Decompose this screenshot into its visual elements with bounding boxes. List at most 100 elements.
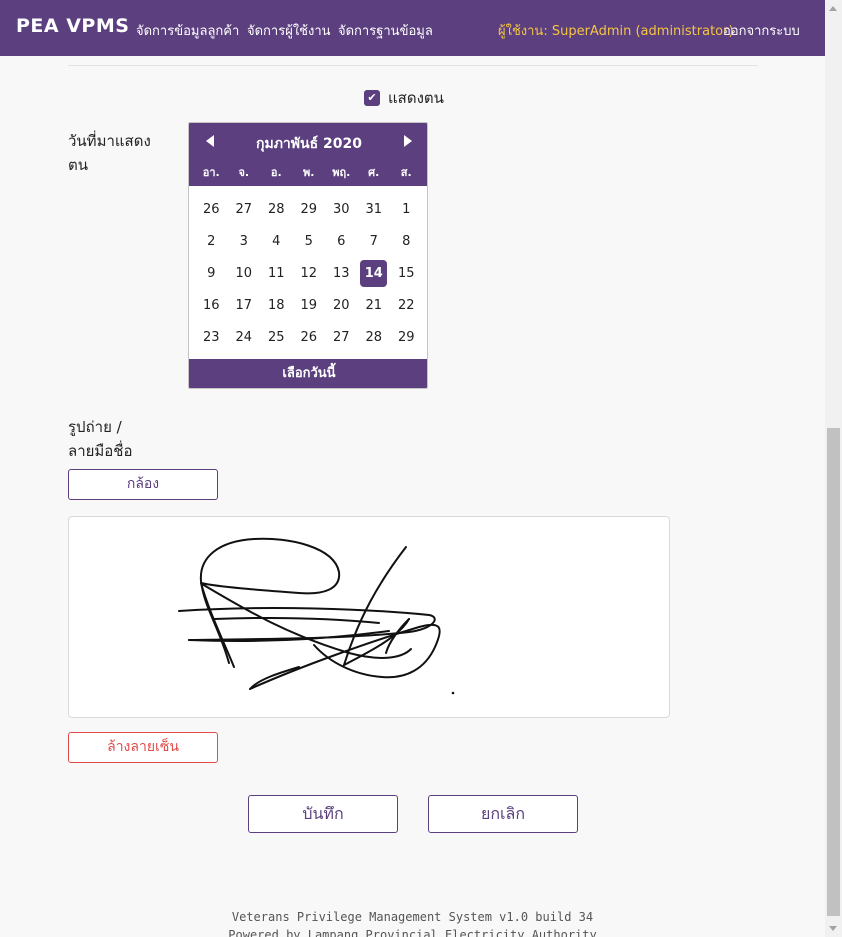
calendar-day[interactable]: 5 [293, 225, 326, 257]
calendar-weekday: ศ. [368, 166, 380, 179]
calendar-day[interactable]: 18 [260, 290, 293, 322]
calendar-weekday: จ. [238, 166, 250, 179]
date-picker: กุมภาพันธ์ 2020 อา. จ. อ. พ. พฤ. ศ. ส. 26 27 28 2… [188, 122, 428, 389]
calendar-day[interactable]: 27 [325, 322, 358, 354]
calendar-day-label: 25 [267, 330, 285, 346]
calendar-day[interactable]: 23 [195, 322, 228, 354]
calendar-day[interactable]: 28 [358, 322, 391, 354]
calendar-day-label: 14 [360, 259, 388, 287]
calendar-day[interactable]: 31 [358, 193, 391, 225]
calendar-day[interactable]: 4 [260, 225, 293, 257]
calendar-day-label: 9 [207, 265, 216, 281]
calendar-day-label: 27 [235, 201, 253, 217]
calendar-day-label: 13 [332, 265, 350, 281]
calendar-day-label: 26 [202, 201, 220, 217]
calendar-day[interactable]: 2 [195, 225, 228, 257]
calendar-day-label: 15 [397, 265, 415, 281]
next-month-icon[interactable] [404, 135, 412, 147]
calendar-day[interactable]: 29 [390, 322, 423, 354]
calendar-day[interactable]: 3 [228, 225, 261, 257]
calendar-days-grid: 26 27 28 29 30 31 1 2 3 4 5 6 7 8 9 10 11 12 13 14 15 16 17 18 1… [195, 193, 423, 354]
calendar-day[interactable]: 17 [228, 290, 261, 322]
calendar-day[interactable]: 13 [325, 257, 358, 289]
cancel-button[interactable]: ยกเลิก [428, 795, 578, 833]
checkmark-icon[interactable]: ✔ [364, 90, 380, 106]
calendar-weekdays: อา. จ. อ. พ. พฤ. ศ. ส. [195, 163, 423, 181]
show-checkbox-label: แสดงตน [388, 89, 444, 107]
save-button[interactable]: บันทึก [248, 795, 398, 833]
nav-users[interactable]: จัดการผู้ใช้งาน [247, 20, 331, 41]
calendar-day[interactable]: 28 [260, 193, 293, 225]
app-viewport: PEA VPMS จัดการข้อมูลลูกค้า จัดการผู้ใช้… [0, 0, 842, 937]
calendar-day-label: 21 [365, 298, 383, 314]
calendar-month-title[interactable]: กุมภาพันธ์ 2020 [229, 133, 389, 155]
calendar-day[interactable]: 30 [325, 193, 358, 225]
date-label: วันที่มาแสดงตน [68, 132, 151, 174]
calendar-day[interactable]: 26 [293, 322, 326, 354]
calendar-day-label: 22 [397, 298, 415, 314]
calendar-day-label: 8 [402, 233, 411, 249]
calendar-day[interactable]: 16 [195, 290, 228, 322]
camera-button[interactable]: กล้อง [68, 469, 218, 500]
scroll-down-arrow-icon[interactable] [829, 926, 837, 931]
show-checkbox[interactable]: ✔ แสดงตน [364, 86, 444, 110]
calendar-day-label: 23 [202, 330, 220, 346]
calendar-day-label: 29 [397, 330, 415, 346]
calendar-day[interactable]: 9 [195, 257, 228, 289]
calendar-day[interactable]: 10 [228, 257, 261, 289]
calendar-day[interactable]: 25 [260, 322, 293, 354]
calendar-day-label: 12 [300, 265, 318, 281]
calendar-weekday: พ. [303, 166, 315, 179]
calendar-day[interactable]: 24 [228, 322, 261, 354]
calendar-day-label: 29 [300, 201, 318, 217]
calendar-day[interactable]: 1 [390, 193, 423, 225]
calendar-day-label: 11 [267, 265, 285, 281]
calendar-day-selected[interactable]: 14 [358, 257, 391, 289]
calendar-day[interactable]: 6 [325, 225, 358, 257]
nav-database[interactable]: จัดการฐานข้อมูล [338, 20, 433, 41]
calendar-day-label: 26 [300, 330, 318, 346]
calendar-day-label: 27 [332, 330, 350, 346]
select-today-button[interactable]: เลือกวันนี้ [189, 359, 427, 388]
calendar-day-label: 3 [239, 233, 248, 249]
calendar-day-label: 7 [369, 233, 378, 249]
nav-current-user[interactable]: ผู้ใช้งาน: SuperAdmin (administrator) [498, 20, 734, 41]
calendar-header: กุมภาพันธ์ 2020 อา. จ. อ. พ. พฤ. ศ. ส. [189, 123, 427, 186]
page-scrollbar[interactable] [825, 0, 842, 937]
calendar-day-label: 20 [332, 298, 350, 314]
calendar-day[interactable]: 15 [390, 257, 423, 289]
calendar-day[interactable]: 22 [390, 290, 423, 322]
section-divider [68, 65, 758, 66]
calendar-day[interactable]: 27 [228, 193, 261, 225]
calendar-day[interactable]: 8 [390, 225, 423, 257]
scroll-up-arrow-icon[interactable] [829, 6, 837, 11]
nav-logout[interactable]: ออกจากระบบ [723, 20, 800, 41]
calendar-day[interactable]: 26 [195, 193, 228, 225]
navbar: PEA VPMS จัดการข้อมูลลูกค้า จัดการผู้ใช้… [0, 0, 825, 56]
photo-signature-label: รูปถ่าย / ลายมือชื่อ [68, 418, 133, 460]
footer-version: Veterans Privilege Management System v1.… [231, 910, 594, 924]
brand-logo[interactable]: PEA VPMS [16, 15, 129, 37]
calendar-day[interactable]: 19 [293, 290, 326, 322]
calendar-day-label: 28 [267, 201, 285, 217]
calendar-day[interactable]: 20 [325, 290, 358, 322]
clear-signature-button[interactable]: ล้างลายเซ็น [68, 732, 218, 763]
signature-pad[interactable] [68, 516, 670, 718]
calendar-day-label: 2 [207, 233, 216, 249]
prev-month-icon[interactable] [206, 135, 214, 147]
calendar-day-label: 28 [365, 330, 383, 346]
calendar-day[interactable]: 7 [358, 225, 391, 257]
calendar-day[interactable]: 11 [260, 257, 293, 289]
calendar-day-label: 6 [337, 233, 346, 249]
calendar-day[interactable]: 21 [358, 290, 391, 322]
calendar-day[interactable]: 29 [293, 193, 326, 225]
nav-customers[interactable]: จัดการข้อมูลลูกค้า [136, 20, 239, 41]
calendar-day-label: 5 [304, 233, 313, 249]
calendar-weekday: ส. [400, 166, 412, 179]
calendar-weekday: พฤ. [332, 166, 351, 179]
scroll-thumb[interactable] [827, 428, 840, 916]
footer-powered-by: Powered by Lampang Provincial Electricit… [228, 928, 597, 937]
calendar-day[interactable]: 12 [293, 257, 326, 289]
calendar-day-label: 10 [235, 265, 253, 281]
calendar-weekday: อา. [202, 166, 220, 179]
